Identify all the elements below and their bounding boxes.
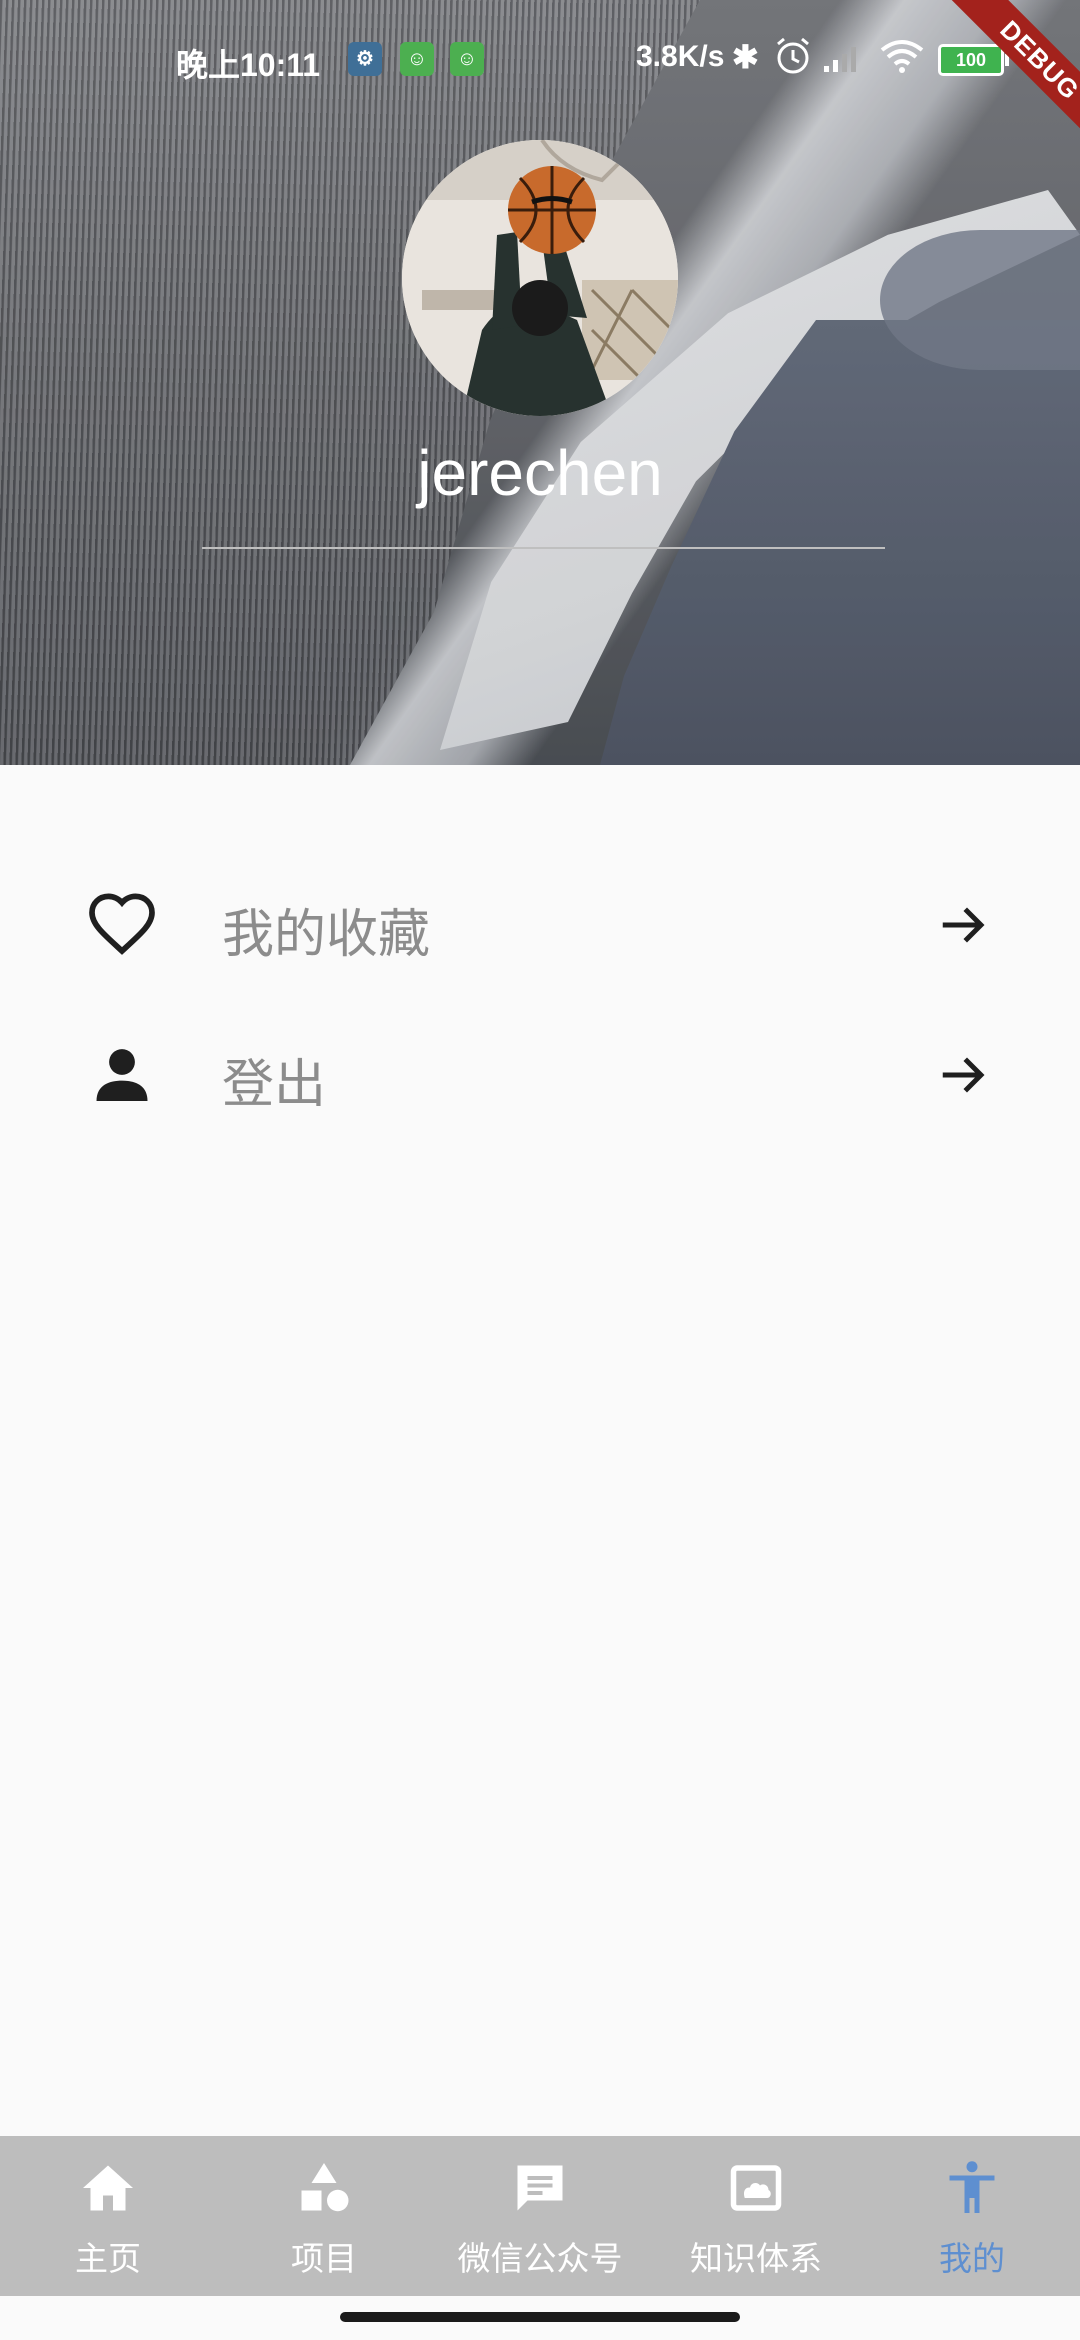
avatar-image — [402, 140, 678, 416]
username: jerechen — [417, 437, 663, 509]
nav-item-knowledge[interactable]: 知识体系 — [648, 2136, 864, 2296]
menu-item-label: 登出 — [222, 1055, 327, 1115]
nav-label: 主页 — [75, 2239, 141, 2278]
nav-item-home[interactable]: 主页 — [0, 2136, 216, 2296]
menu-item-label: 我的收藏 — [222, 905, 431, 965]
arrow-forward-icon[interactable] — [936, 1048, 990, 1102]
category-icon — [301, 2163, 349, 2212]
menu-item-favorites[interactable]: 我的收藏 — [0, 850, 1080, 990]
nav-label: 我的 — [939, 2239, 1005, 2278]
network-speed: 3.8K/s — [636, 40, 725, 73]
nav-label: 微信公众号 — [457, 2239, 623, 2278]
app-notification-icon: ☺ — [400, 42, 434, 76]
bluetooth-icon: ✱ — [732, 39, 759, 75]
chat-bubble-icon — [517, 2165, 563, 2211]
profile-header: 晚上10:11 ⚙ ☺ ☺ 3.8K/s ✱ 100 DEBUG jereche… — [0, 0, 1080, 765]
heart-outline-icon — [89, 893, 155, 955]
bottom-navigation-bar: 主页 项目 微信公众号 知识体系 我的 — [0, 2136, 1080, 2296]
cloud-picture-icon — [730, 2165, 782, 2211]
menu-item-logout[interactable]: 登出 — [0, 1000, 1080, 1140]
arrow-forward-icon[interactable] — [936, 898, 990, 952]
username-divider — [202, 547, 885, 549]
alarm-icon — [777, 37, 809, 74]
wifi-icon — [880, 40, 924, 73]
accessibility-icon — [949, 2161, 995, 2213]
home-icon — [83, 2165, 133, 2211]
nav-label: 知识体系 — [690, 2239, 822, 2278]
settings-notification-icon: ⚙ — [348, 42, 382, 76]
nav-item-projects[interactable]: 项目 — [216, 2136, 432, 2296]
home-indicator[interactable] — [340, 2312, 740, 2322]
battery-icon: 100 — [938, 44, 1009, 76]
avatar[interactable] — [402, 140, 678, 416]
signal-icon — [824, 47, 856, 72]
person-icon — [96, 1049, 148, 1101]
status-bar: 晚上10:11 ⚙ ☺ ☺ 3.8K/s ✱ 100 — [0, 30, 1080, 90]
status-time: 晚上10:11 — [176, 47, 321, 83]
nav-item-wechat[interactable]: 微信公众号 — [432, 2136, 648, 2296]
app-notification-icon-2: ☺ — [450, 42, 484, 76]
nav-item-mine[interactable]: 我的 — [864, 2136, 1080, 2296]
nav-label: 项目 — [291, 2239, 357, 2278]
